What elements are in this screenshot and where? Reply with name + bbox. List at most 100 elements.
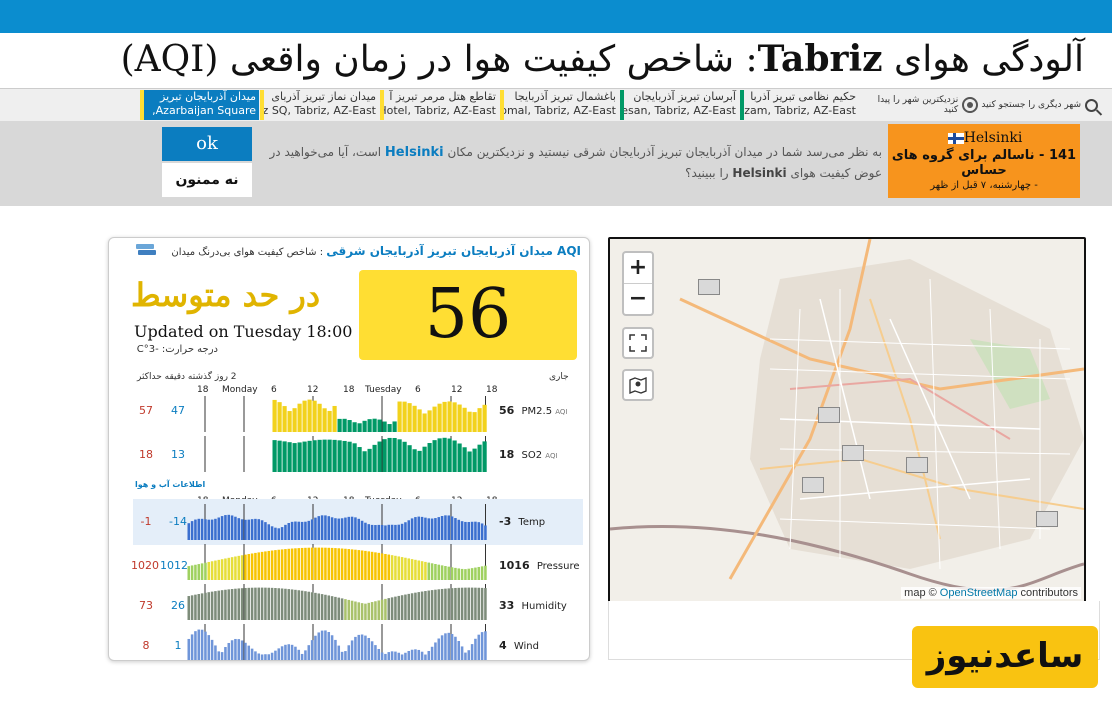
helsinki-link[interactable]: Helsinki xyxy=(385,145,444,160)
station-link[interactable]: AQI میدان آذربایجان تبریز آذربایجان شرقی xyxy=(326,244,581,258)
station-map[interactable]: + − map © OpenStreetMap contributors xyxy=(608,237,1086,603)
chart-bar xyxy=(434,589,437,620)
chart-bar xyxy=(457,641,461,660)
chart-bar xyxy=(260,654,264,660)
station-item-nezami[interactable]: حکیم نظامی تبریز آذربا Nezam, Tabriz, AZ… xyxy=(740,90,859,120)
chart-bar xyxy=(200,593,204,620)
chart-bar xyxy=(342,418,347,432)
chart-bar xyxy=(337,548,341,580)
chart-bar xyxy=(292,408,297,432)
tick-label: 18 xyxy=(343,385,355,395)
chart-bar xyxy=(197,518,201,540)
zoom-in-button[interactable]: + xyxy=(624,253,652,283)
ok-button[interactable]: ok xyxy=(162,127,252,161)
station-item-azarbaijan[interactable]: میدان آذربایجان تبریز Azarbaijan Square, xyxy=(140,90,259,120)
wind-history-chart xyxy=(187,624,487,660)
chart-bar xyxy=(272,399,277,432)
station-item-marmar[interactable]: تقاطع هتل مرمر تبریز آ Hotel, Tabriz, AZ… xyxy=(380,90,499,120)
chart-bar xyxy=(207,635,211,660)
chart-bar xyxy=(277,588,281,620)
chart-bar xyxy=(292,443,297,472)
station-item-baghshomal[interactable]: باغشمال تبریز آذربایجا shomal, Tabriz, A… xyxy=(500,90,619,120)
chart-bar xyxy=(274,550,277,580)
station-marker[interactable] xyxy=(802,477,824,493)
pressure-history-chart xyxy=(187,544,487,580)
chart-bar xyxy=(187,596,191,620)
chart-bar xyxy=(310,592,314,620)
chart-bar xyxy=(454,587,457,620)
chart-bar xyxy=(417,516,421,540)
chart-bar xyxy=(214,591,217,620)
chart-bar xyxy=(314,635,317,660)
chart-bar xyxy=(264,522,267,540)
station-item-abresan[interactable]: آبرسان تبریز آذربایجان oresan, Tabriz, A… xyxy=(620,90,739,120)
find-nearest-button[interactable]: نزدیکترین شهر را پیدا کنید xyxy=(862,90,978,120)
openstreetmap-link[interactable]: OpenStreetMap xyxy=(940,587,1018,599)
aqi-card: AQI میدان آذربایجان تبریز آذربایجان شرقی… xyxy=(108,237,590,661)
chart-bar xyxy=(312,400,317,432)
station-selector-bar: شهر دیگری را جستجو کنید نزدیکترین شهر را… xyxy=(0,88,1112,122)
map-layers-button[interactable] xyxy=(622,369,654,401)
so2-row-label: 18 SO2 AQI xyxy=(499,448,558,461)
chart-bar xyxy=(407,650,411,660)
chart-bar xyxy=(440,516,444,540)
search-city-button[interactable]: شهر دیگری را جستجو کنید xyxy=(980,90,1098,120)
chart-bar xyxy=(454,636,457,660)
chart-bar xyxy=(400,654,404,660)
tick-label: 18 xyxy=(197,385,209,395)
chart-bar xyxy=(264,654,267,660)
no-thanks-button[interactable]: نه ممنون xyxy=(162,163,252,197)
helsinki-aqi-box[interactable]: Helsinki 141 - ناسالم برای گروه های حساس… xyxy=(888,124,1080,198)
subscribe-icon[interactable] xyxy=(135,242,157,258)
station-marker[interactable] xyxy=(1036,511,1058,527)
chart-bar xyxy=(352,443,357,472)
chart-bar xyxy=(234,516,237,540)
weather-info-header[interactable]: اطلاعات آب و هوا xyxy=(135,480,205,489)
humidity-history-chart xyxy=(187,584,487,620)
chart-bar xyxy=(404,557,407,580)
chart-bar xyxy=(444,633,447,660)
chart-bar xyxy=(437,564,441,580)
chart-bar xyxy=(244,554,247,580)
chart-bar xyxy=(277,648,281,660)
chart-bar xyxy=(354,549,357,580)
chart-bar xyxy=(197,629,201,660)
chart-bar xyxy=(314,547,317,580)
station-marker[interactable] xyxy=(906,457,928,473)
chart-bar xyxy=(397,401,402,432)
station-marker[interactable] xyxy=(818,407,840,423)
pm25-history-chart xyxy=(204,396,487,432)
pressure-min: 1012 xyxy=(160,559,188,572)
chart-bar xyxy=(367,602,371,620)
chart-bar xyxy=(344,599,347,620)
chart-bar xyxy=(287,442,292,472)
chart-bar xyxy=(417,560,421,580)
chart-bar xyxy=(362,420,367,432)
chart-bar xyxy=(334,596,337,620)
chart-bar xyxy=(384,598,387,620)
station-marker[interactable] xyxy=(842,445,864,461)
zoom-out-button[interactable]: − xyxy=(624,283,652,314)
chart-bar xyxy=(424,654,427,660)
chart-bar xyxy=(260,551,264,580)
chart-bar xyxy=(282,406,287,432)
chart-bar xyxy=(210,519,214,540)
chart-bar xyxy=(227,589,231,620)
fullscreen-button[interactable] xyxy=(622,327,654,359)
map-zoom-control: + − xyxy=(622,251,654,316)
chart-bar xyxy=(420,651,424,660)
station-marker[interactable] xyxy=(698,279,720,295)
chart-bar xyxy=(380,553,384,580)
chart-bar xyxy=(224,558,227,580)
tick-label: 6 xyxy=(415,385,421,395)
chart-bar xyxy=(474,521,477,540)
chart-bar xyxy=(480,523,484,540)
chart-bar xyxy=(257,519,261,540)
chart-bar xyxy=(377,600,381,620)
chart-bar xyxy=(194,519,197,540)
chart-bar xyxy=(484,631,487,660)
station-item-namaz[interactable]: میدان نماز تبریز آذربای maz SQ, Tabriz, … xyxy=(260,90,379,120)
chart-bar xyxy=(194,631,197,660)
chart-bar xyxy=(457,443,462,472)
chart-bar xyxy=(247,587,251,620)
